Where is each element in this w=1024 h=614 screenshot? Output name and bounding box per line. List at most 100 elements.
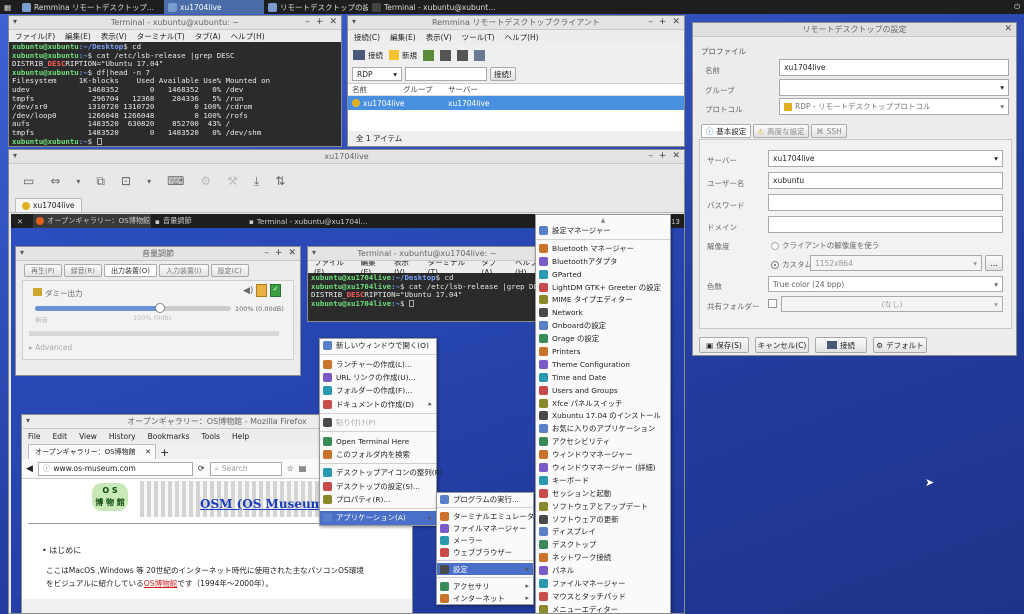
maximize-icon[interactable]: + [316, 17, 324, 27]
menu-item[interactable]: ソフトウェアとアップデート [536, 500, 670, 513]
shared-folder-checkbox[interactable] [768, 299, 777, 308]
delete-icon[interactable] [457, 49, 468, 61]
quick-connect-button[interactable]: 接続! [490, 67, 516, 81]
menu-item[interactable]: Xfce パネルスイッチ [536, 397, 670, 410]
multi-monitor-icon[interactable]: ⧉ [96, 174, 105, 189]
menu-item[interactable]: インターネット ▸ [437, 592, 533, 604]
menu-item[interactable]: Time and Date [536, 371, 670, 384]
window-menu-icon[interactable]: ▾ [20, 248, 24, 257]
lock-channels-toggle[interactable]: ✓ [270, 284, 281, 297]
scroll-up-icon[interactable]: ▲ [536, 217, 670, 224]
menu-item[interactable]: お気に入りのアプリケーション [536, 422, 670, 435]
menu-item[interactable]: ヘルプ(H) [505, 32, 539, 43]
maximize-icon[interactable]: + [659, 17, 667, 27]
menu-item[interactable]: GParted [536, 268, 670, 281]
keyboard-icon[interactable]: ⌨ [167, 174, 184, 188]
menu-item[interactable]: ウィンドウマネージャー (詳細) [536, 461, 670, 474]
minimize-icon[interactable]: – [648, 17, 653, 27]
new-tab-icon[interactable]: + [160, 446, 169, 459]
menu-item[interactable]: 設定マネージャー [536, 224, 670, 237]
window-menu-icon[interactable]: ▾ [13, 151, 17, 160]
tab-basic[interactable]: ⓘ 基本設定 [701, 124, 751, 138]
terminal-output[interactable]: xubuntu@xubuntu:~/Desktop$ cd xubuntu@xub… [9, 42, 341, 146]
server-combo[interactable]: xu1704live ▾ [768, 150, 1003, 167]
tab-advanced[interactable]: ⚠ 高度な設定 [753, 124, 809, 138]
menu-item[interactable]: Bookmarks [148, 432, 190, 441]
remote-task-firefox[interactable]: オープンギャラリー：OS博物館 -... [33, 214, 151, 228]
task-xu1704live[interactable]: xu1704live [164, 0, 264, 14]
menu-item[interactable]: アクセシビリティ [536, 435, 670, 448]
resolution-more-button[interactable]: ... [985, 255, 1003, 271]
menu-item[interactable]: History [109, 432, 136, 441]
menu-item[interactable]: 設定 ▸ [437, 563, 533, 575]
close-icon[interactable]: ✕ [672, 17, 680, 27]
domain-field[interactable] [768, 216, 1003, 233]
volume-knob[interactable] [155, 303, 166, 313]
cancel-button[interactable]: キャンセル(C) [755, 337, 809, 353]
menu-item[interactable]: Xubuntu 17.04 のインストール [536, 409, 670, 422]
resolution-combo[interactable]: 1152x864 ▾ [810, 255, 982, 271]
remote-task-terminal[interactable]: ▪ Terminal - xubuntu@xu1704l... [249, 217, 379, 226]
minimize-icon[interactable]: – [305, 17, 310, 27]
bookmark-star-icon[interactable]: ☆ [287, 464, 294, 473]
menu-item[interactable]: マウスとタッチパッド [536, 590, 670, 603]
task-prefs[interactable]: リモートデスクトップの設定 [264, 0, 368, 14]
close-icon[interactable]: ✕ [145, 448, 151, 456]
menu-item[interactable]: パネル [536, 564, 670, 577]
menu-item[interactable]: このフォルダ内を検索 [320, 448, 436, 461]
menu-item[interactable]: Bluetoothアダプタ [536, 255, 670, 268]
menu-item[interactable]: ターミナルエミュレーター [437, 510, 542, 522]
menu-item[interactable]: ウェブブラウザー [437, 546, 533, 558]
username-field[interactable]: xubuntu [768, 172, 1003, 189]
menu-item[interactable]: アクセサリ ▸ [437, 580, 533, 592]
menu-item[interactable]: 表示(V) [101, 31, 127, 42]
res-client-radio[interactable]: クライアントの解像度を使う [771, 240, 879, 251]
tab-0[interactable]: 再生(P) [24, 264, 62, 277]
menu-item[interactable]: Tools [202, 432, 220, 441]
minimize-remote-icon[interactable]: ⤓ [254, 174, 259, 189]
menu-item[interactable]: セッションと起動 [536, 487, 670, 500]
menu-item[interactable]: ネットワーク接続 [536, 551, 670, 564]
default-button[interactable]: ⚙ デフォルト [873, 337, 927, 353]
window-menu-icon[interactable]: ▾ [26, 416, 30, 425]
column-header[interactable]: グループ [403, 84, 448, 95]
server-input[interactable] [405, 67, 487, 81]
maximize-icon[interactable]: + [659, 151, 667, 161]
apps-menu-icon[interactable]: ▦ [0, 0, 18, 14]
password-field[interactable] [768, 194, 1003, 211]
scale-icon[interactable]: ⊡ [121, 174, 131, 188]
menu-item[interactable]: Printers [536, 345, 670, 358]
table-row[interactable]: xu1704live xu1704live [348, 96, 684, 110]
remote-task-volume[interactable]: ▪ 音量調節 [155, 216, 245, 226]
menu-item[interactable]: URL リンクの作成(U)... [320, 371, 436, 384]
save-button[interactable]: ▣ 保存(S) [699, 337, 749, 353]
volume-slider[interactable] [35, 303, 231, 313]
edit-icon[interactable] [440, 49, 451, 61]
tab-1[interactable]: 録音(R) [63, 264, 103, 277]
menu-item[interactable]: Onboardの設定 [536, 319, 670, 332]
maximize-icon[interactable]: + [275, 248, 283, 258]
menu-item[interactable]: Network [536, 306, 670, 319]
tab-remote[interactable]: xu1704live [15, 198, 82, 212]
column-header[interactable]: サーバー [448, 84, 508, 95]
search-input[interactable]: ⌕ Search [209, 461, 282, 476]
menu-item[interactable]: ランチャーの作成(L)... [320, 357, 436, 370]
toggle-view-icon[interactable]: ▭ [23, 174, 34, 188]
menu-item[interactable]: メニューエディター [536, 603, 670, 613]
menu-item[interactable]: ターミナル(T) [137, 31, 185, 42]
menu-item[interactable]: フォルダーの作成(F)... [320, 384, 436, 397]
url-bar[interactable]: ⓘ www.os-museum.com [37, 461, 193, 476]
menu-item[interactable]: Theme Configuration [536, 358, 670, 371]
menu-item[interactable]: 新しいウィンドウで開く(O) [320, 339, 436, 352]
menu-item[interactable]: ドキュメントの作成(D) ▸ [320, 398, 436, 411]
menu-item[interactable]: ファイルマネージャー [536, 577, 670, 590]
site-banner[interactable]: OSM (OS Museum) [200, 497, 329, 511]
menu-item[interactable]: デスクトップの設定(S)... [320, 480, 436, 493]
menu-item[interactable]: メーラー [437, 534, 533, 546]
tools-icon[interactable]: ⚒ [227, 174, 238, 188]
menu-item[interactable]: 表示(V) [426, 32, 452, 43]
res-custom-radio[interactable]: カスタム [771, 259, 812, 270]
name-field[interactable]: xu1704live [779, 59, 1009, 76]
tab-3[interactable]: 入力装置(I) [159, 264, 209, 277]
column-header[interactable]: 名前 [348, 84, 403, 95]
